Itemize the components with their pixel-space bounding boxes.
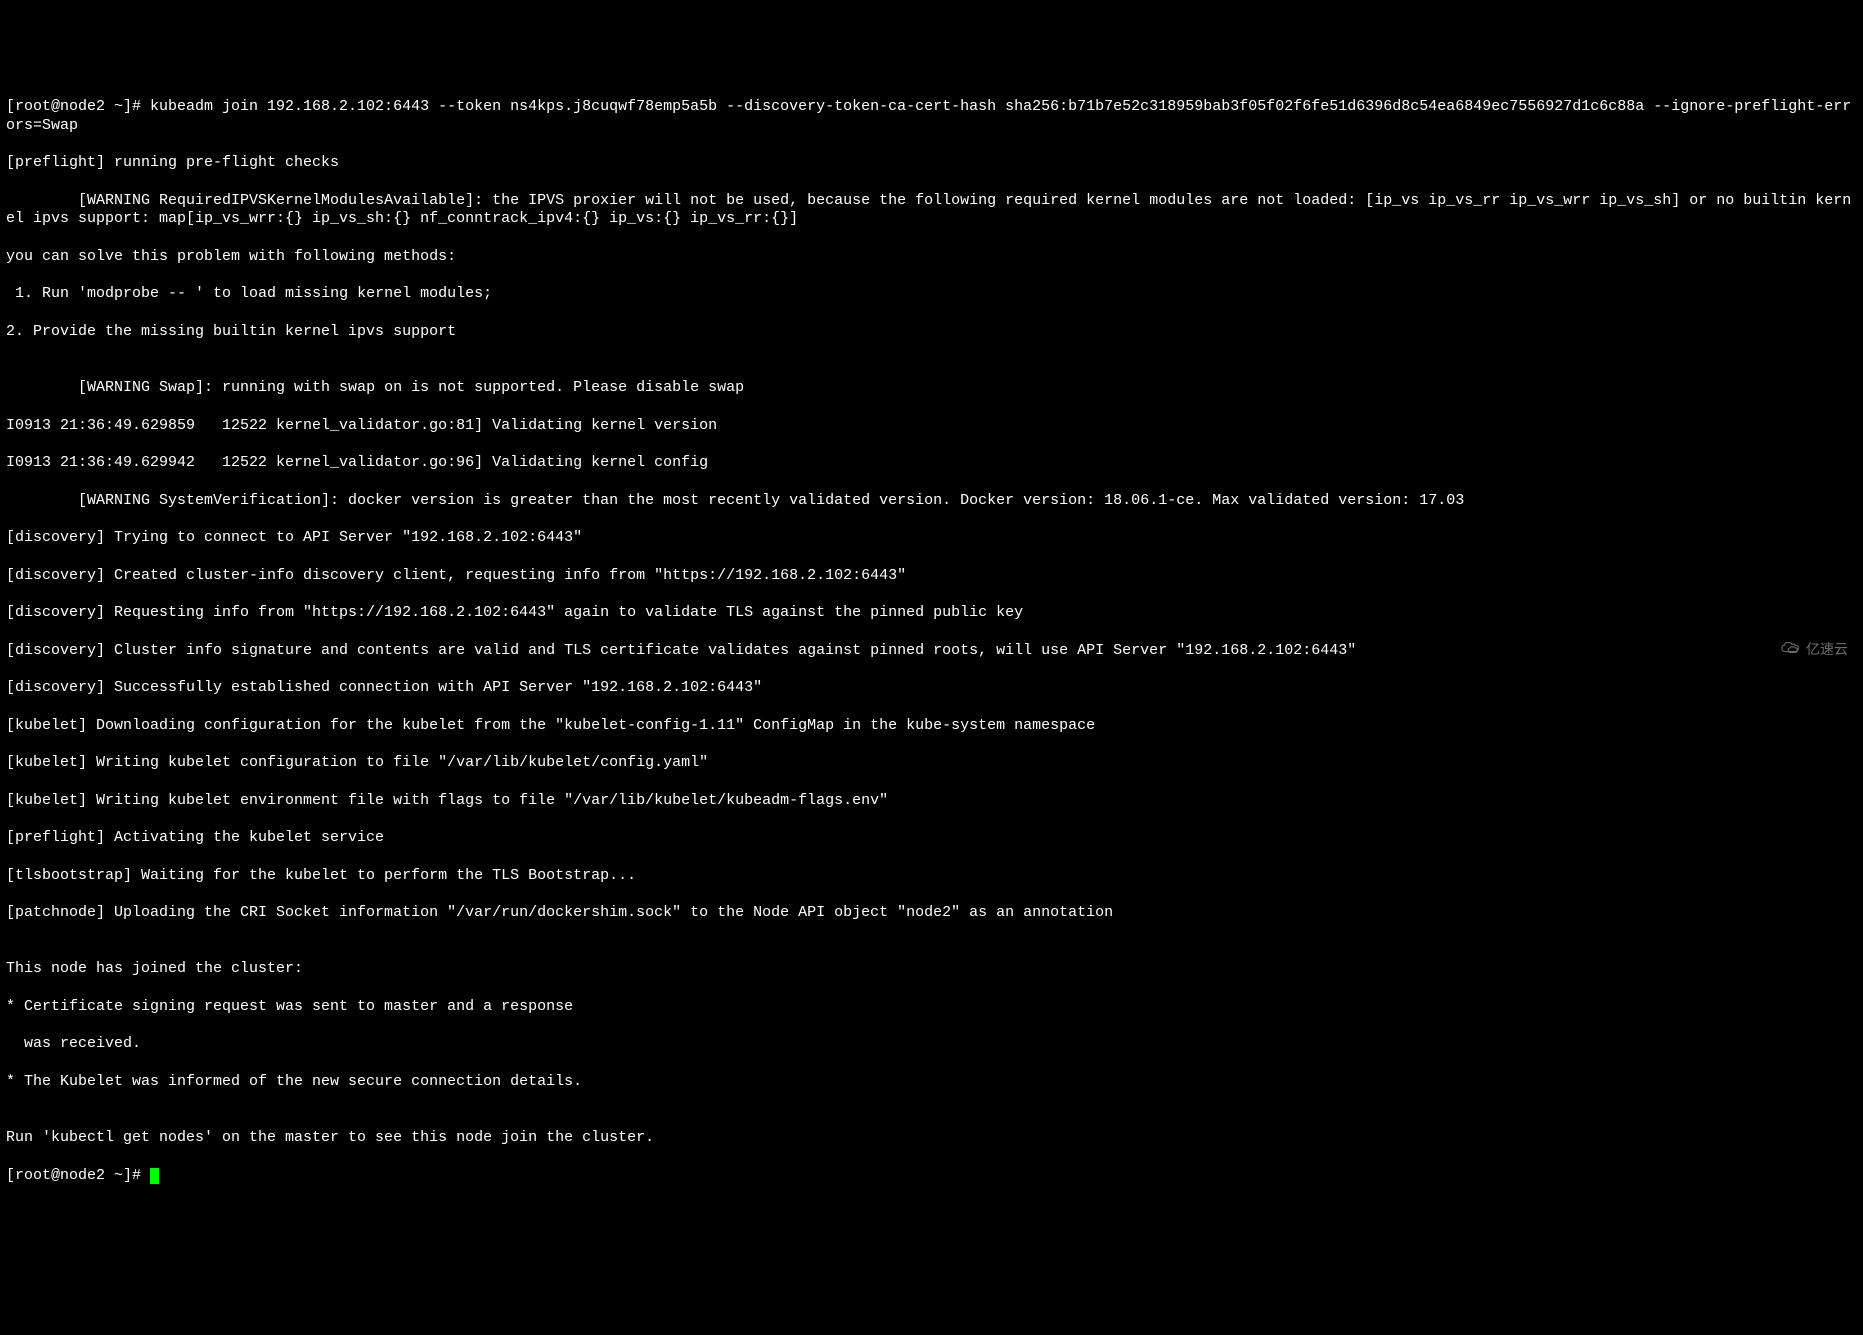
terminal-line: This node has joined the cluster: bbox=[6, 960, 1857, 979]
terminal-line: * Certificate signing request was sent t… bbox=[6, 998, 1857, 1017]
terminal-line: [kubelet] Downloading configuration for … bbox=[6, 717, 1857, 736]
terminal-line: [kubelet] Writing kubelet environment fi… bbox=[6, 792, 1857, 811]
watermark-text: 亿速云 bbox=[1806, 641, 1848, 659]
terminal-line: [discovery] Trying to connect to API Ser… bbox=[6, 529, 1857, 548]
terminal-line: [WARNING RequiredIPVSKernelModulesAvaila… bbox=[6, 192, 1857, 230]
terminal-line: I0913 21:36:49.629859 12522 kernel_valid… bbox=[6, 417, 1857, 436]
terminal-line: Run 'kubectl get nodes' on the master to… bbox=[6, 1129, 1857, 1148]
terminal-line: 2. Provide the missing builtin kernel ip… bbox=[6, 323, 1857, 342]
terminal-line: [patchnode] Uploading the CRI Socket inf… bbox=[6, 904, 1857, 923]
terminal-line: [WARNING SystemVerification]: docker ver… bbox=[6, 492, 1857, 511]
terminal-line: [tlsbootstrap] Waiting for the kubelet t… bbox=[6, 867, 1857, 886]
terminal-line: [discovery] Requesting info from "https:… bbox=[6, 604, 1857, 623]
terminal-line: [discovery] Successfully established con… bbox=[6, 679, 1857, 698]
terminal-line: was received. bbox=[6, 1035, 1857, 1054]
terminal-line: [WARNING Swap]: running with swap on is … bbox=[6, 379, 1857, 398]
terminal-prompt-line[interactable]: [root@node2 ~]# bbox=[6, 1167, 1857, 1186]
watermark: 亿速云 bbox=[1744, 620, 1848, 680]
terminal-line: I0913 21:36:49.629942 12522 kernel_valid… bbox=[6, 454, 1857, 473]
terminal-output[interactable]: [root@node2 ~]# kubeadm join 192.168.2.1… bbox=[6, 79, 1857, 1204]
terminal-line: [preflight] Activating the kubelet servi… bbox=[6, 829, 1857, 848]
terminal-line: [discovery] Cluster info signature and c… bbox=[6, 642, 1857, 661]
cloud-icon bbox=[1744, 620, 1802, 680]
terminal-line: you can solve this problem with followin… bbox=[6, 248, 1857, 267]
terminal-line: [root@node2 ~]# kubeadm join 192.168.2.1… bbox=[6, 98, 1857, 136]
terminal-line: [preflight] running pre-flight checks bbox=[6, 154, 1857, 173]
terminal-line: [kubelet] Writing kubelet configuration … bbox=[6, 754, 1857, 773]
terminal-prompt: [root@node2 ~]# bbox=[6, 1167, 150, 1184]
terminal-line: [discovery] Created cluster-info discove… bbox=[6, 567, 1857, 586]
terminal-line: 1. Run 'modprobe -- ' to load missing ke… bbox=[6, 285, 1857, 304]
terminal-cursor bbox=[150, 1168, 159, 1184]
terminal-line: * The Kubelet was informed of the new se… bbox=[6, 1073, 1857, 1092]
